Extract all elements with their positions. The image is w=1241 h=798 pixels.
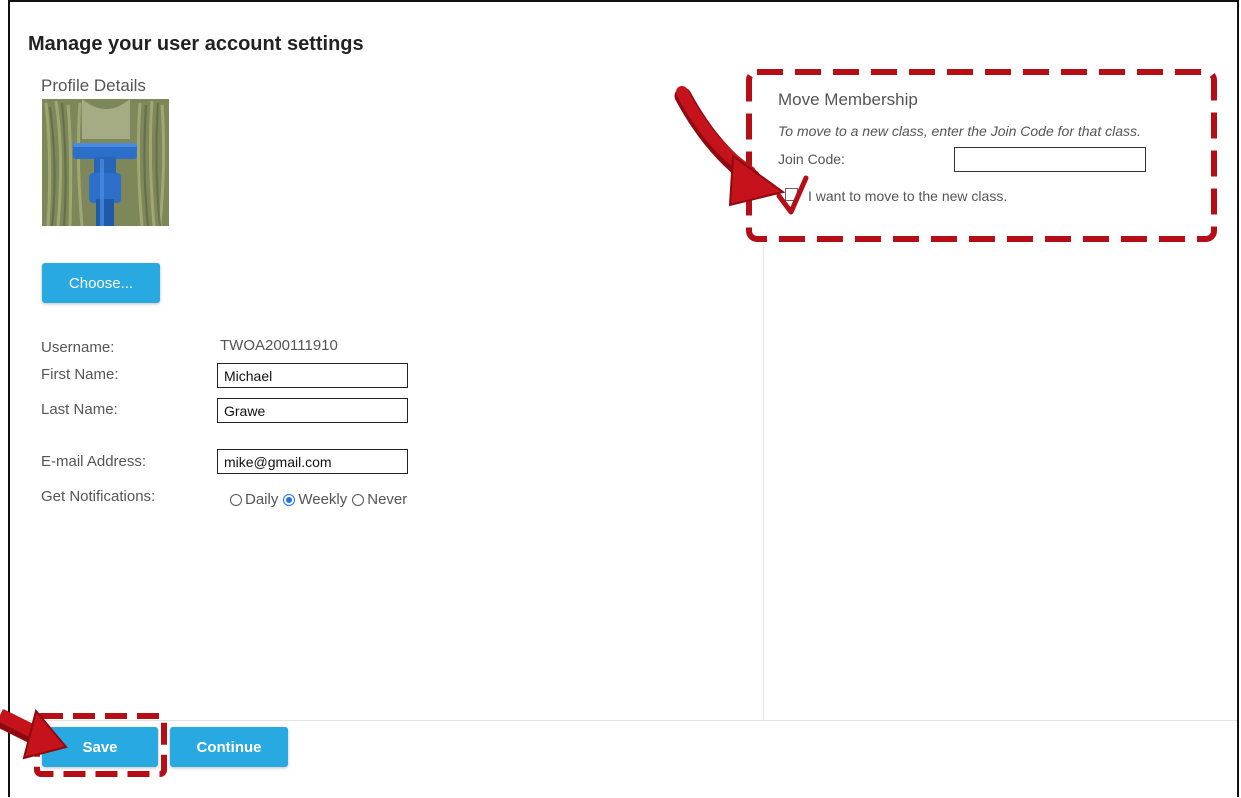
- first-name-field[interactable]: [217, 363, 408, 388]
- move-membership-title: Move Membership: [778, 90, 918, 109]
- save-button[interactable]: Save: [42, 727, 158, 767]
- move-class-checkbox[interactable]: [785, 188, 798, 201]
- move-class-checkbox-label: I want to move to the new class.: [808, 188, 1008, 204]
- page-title: Manage your user account settings: [28, 33, 364, 55]
- radio-weekly[interactable]: Weekly: [283, 491, 347, 508]
- radio-daily-circle[interactable]: [230, 493, 242, 506]
- first-name-label: First Name:: [41, 366, 119, 383]
- radio-daily[interactable]: Daily: [230, 491, 278, 508]
- username-label: Username:: [41, 339, 115, 356]
- radio-daily-label: Daily: [245, 491, 279, 508]
- last-name-label: Last Name:: [41, 401, 118, 418]
- choose-photo-button[interactable]: Choose...: [42, 263, 160, 303]
- last-name-field[interactable]: [217, 398, 408, 423]
- profile-section-title: Profile Details: [41, 76, 146, 95]
- radio-never[interactable]: Never: [352, 491, 407, 508]
- email-field[interactable]: [217, 449, 408, 474]
- move-membership-hint: To move to a new class, enter the Join C…: [778, 123, 1141, 139]
- radio-never-circle[interactable]: [352, 493, 365, 506]
- avatar: [42, 99, 169, 226]
- notifications-label: Get Notifications:: [41, 488, 156, 505]
- radio-weekly-circle[interactable]: [283, 493, 296, 506]
- notifications-radio-group: Daily Weekly Never: [230, 491, 412, 508]
- footer-divider: [10, 720, 1237, 721]
- join-code-input[interactable]: [954, 147, 1146, 172]
- email-label: E-mail Address:: [41, 453, 147, 470]
- column-divider: [763, 245, 764, 720]
- join-code-label: Join Code:: [778, 151, 845, 167]
- continue-button[interactable]: Continue: [170, 727, 288, 767]
- username-value: TWOA200111910: [220, 337, 338, 354]
- radio-weekly-label: Weekly: [298, 491, 348, 508]
- mop-photo: [42, 99, 169, 226]
- page-frame: [8, 0, 1239, 797]
- radio-never-label: Never: [367, 491, 408, 508]
